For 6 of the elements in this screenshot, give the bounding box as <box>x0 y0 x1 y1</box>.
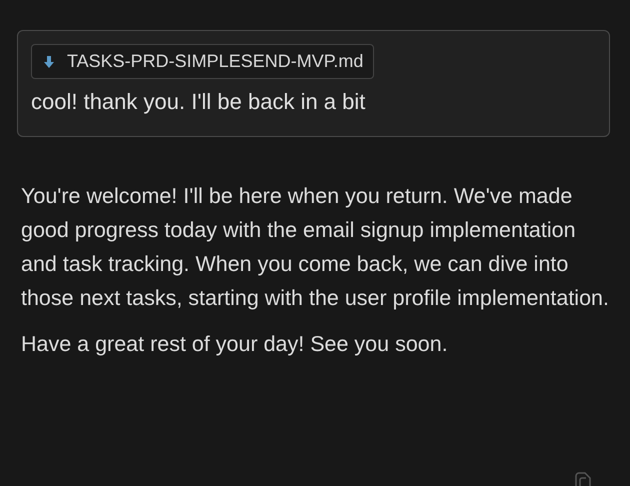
attachment-chip[interactable]: TASKS-PRD-SIMPLESEND-MVP.md <box>31 44 374 79</box>
user-message-text: cool! thank you. I'll be back in a bit <box>31 88 366 116</box>
response-paragraph: You're welcome! I'll be here when you return. We've made good progress today with the email signup implementation and task tracking. When you come back, we can dive into those next tasks, starting with the user profile implementation. <box>21 183 610 312</box>
download-arrow-icon <box>43 54 55 68</box>
copy-icon[interactable] <box>574 472 592 486</box>
response-paragraph: Have a great rest of your day! See you soon. <box>21 331 449 358</box>
